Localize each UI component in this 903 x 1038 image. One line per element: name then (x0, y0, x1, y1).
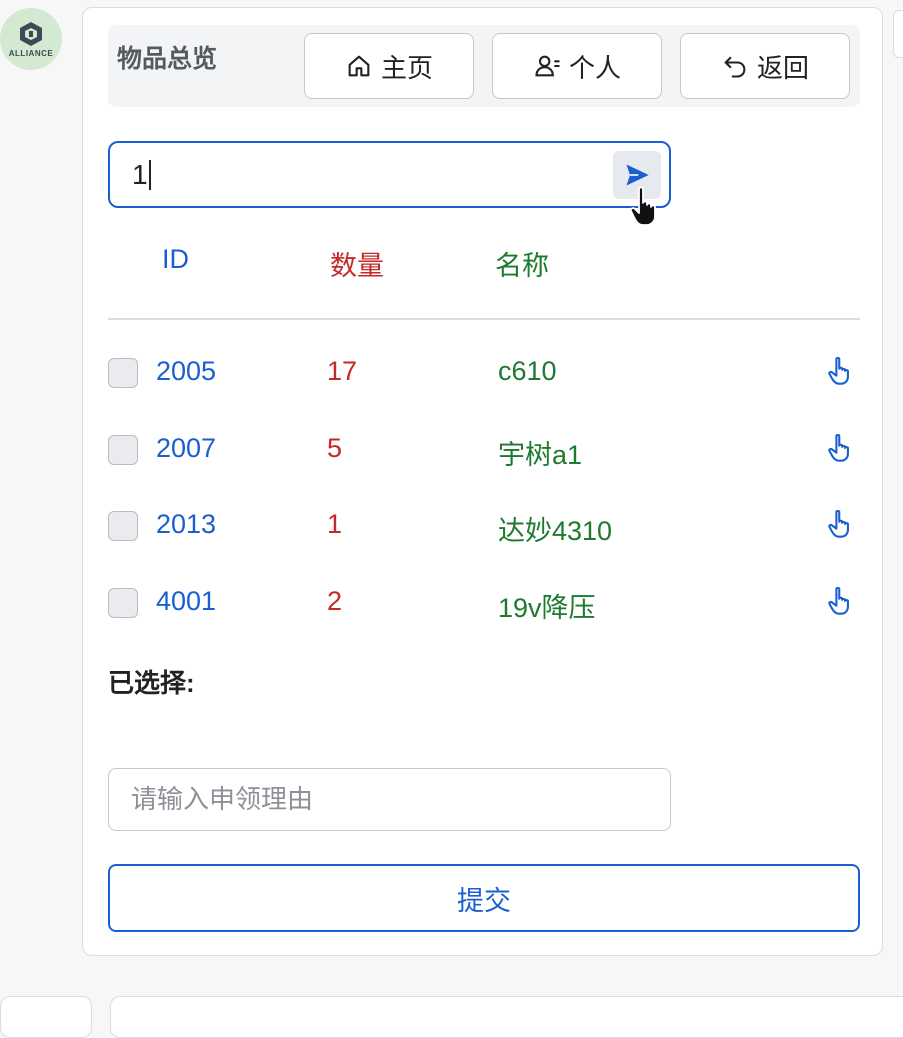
back-button-label: 返回 (756, 52, 809, 83)
row-checkbox[interactable] (108, 358, 138, 388)
selected-items-label: 已选择: (108, 668, 195, 698)
search-input-value: 1 (132, 159, 151, 191)
undo-icon (724, 56, 746, 78)
row-quantity: 1 (327, 509, 343, 539)
row-checkbox[interactable] (108, 588, 138, 618)
table-row: 4001 2 19v降压 (83, 574, 883, 634)
table-row: 2013 1 达妙4310 (83, 497, 883, 557)
pointer-hand-icon[interactable] (827, 356, 855, 386)
home-icon (348, 55, 370, 77)
table-divider (108, 318, 860, 320)
bottom-card-left (0, 996, 92, 1038)
profile-button[interactable]: 个人 (492, 33, 662, 99)
header-bar: 物品总览 主页 个人 返回 (108, 25, 860, 107)
user-icon (535, 55, 560, 77)
row-name: 19v降压 (498, 593, 596, 623)
column-header-quantity: 数量 (330, 251, 384, 281)
row-id: 2013 (156, 509, 217, 539)
row-name: 达妙4310 (498, 516, 613, 546)
submit-button-label: 提交 (457, 885, 511, 916)
search-input[interactable]: 1 (108, 141, 671, 208)
pointer-hand-icon[interactable] (827, 509, 855, 539)
pointer-hand-icon[interactable] (827, 433, 855, 463)
row-id: 4001 (156, 586, 217, 616)
avatar-logo-text: ALLIANCE (8, 49, 54, 58)
bottom-card-right (110, 996, 903, 1038)
avatar[interactable]: ALLIANCE (0, 8, 62, 70)
row-quantity: 17 (327, 356, 358, 386)
search-value-text: 1 (132, 159, 148, 190)
row-quantity: 2 (327, 586, 343, 616)
row-id: 2005 (156, 356, 217, 386)
back-button[interactable]: 返回 (680, 33, 850, 99)
alliance-logo-icon (20, 22, 42, 46)
row-id: 2007 (156, 433, 217, 463)
row-checkbox[interactable] (108, 435, 138, 465)
home-button[interactable]: 主页 (304, 33, 474, 99)
pointer-hand-icon[interactable] (827, 586, 855, 616)
submit-button[interactable]: 提交 (108, 864, 860, 932)
home-button-label: 主页 (380, 52, 433, 83)
table-row: 2005 17 c610 (83, 344, 883, 404)
text-caret (148, 159, 151, 190)
profile-button-label: 个人 (568, 52, 621, 83)
row-name: 宇树a1 (498, 440, 583, 470)
items-overview-panel: 物品总览 主页 个人 返回 1 ID 数量 名称 2005 17 c610 20… (82, 7, 883, 956)
row-checkbox[interactable] (108, 511, 138, 541)
column-header-id: ID (162, 244, 189, 274)
hand-cursor-icon (629, 186, 656, 226)
table-row: 2007 5 宇树a1 (83, 421, 883, 481)
row-quantity: 5 (327, 433, 343, 463)
side-panel-edge (893, 10, 903, 58)
column-header-name: 名称 (495, 251, 549, 281)
row-name: c610 (498, 356, 557, 386)
page-title: 物品总览 (117, 45, 218, 73)
reason-input[interactable] (108, 768, 671, 831)
